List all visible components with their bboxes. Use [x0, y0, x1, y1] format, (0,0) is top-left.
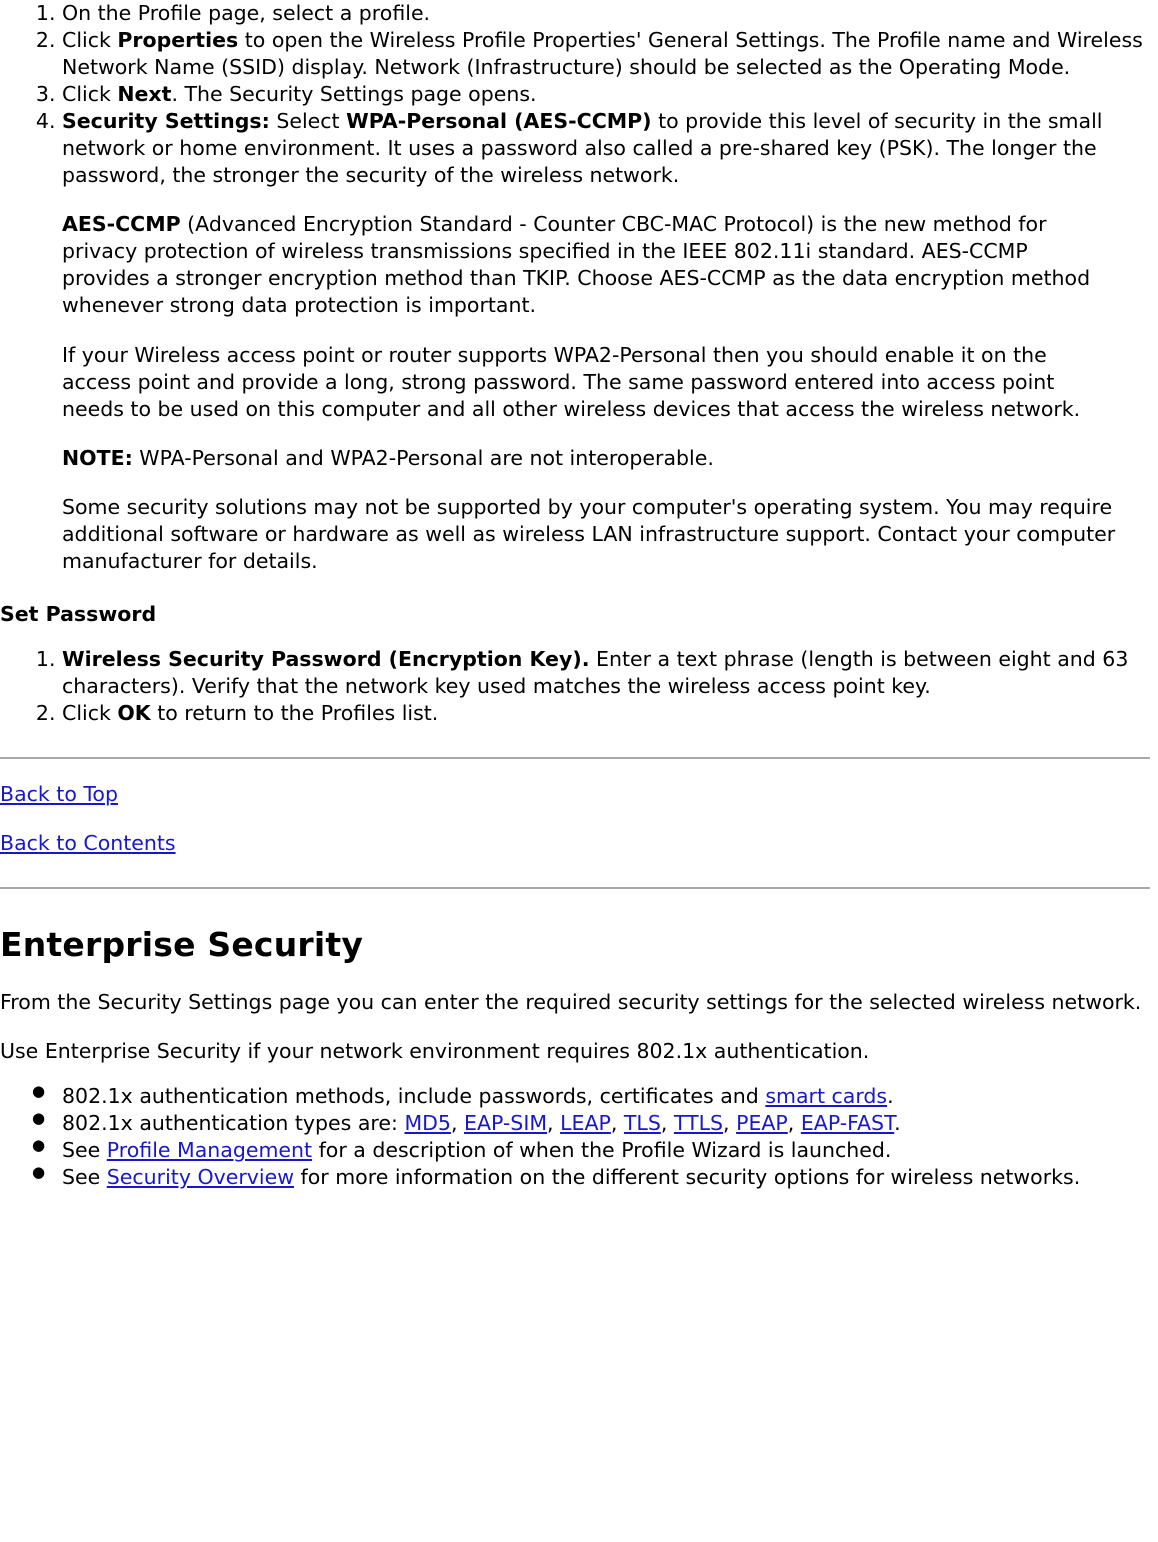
text-run: , [450, 1110, 465, 1135]
bullet-security-overview: See Security Overview for more informati… [32, 1163, 1150, 1191]
emphasis-text: Next [117, 82, 172, 107]
text-run: , [660, 1110, 674, 1135]
text-run: (Advanced Encryption Standard - Counter … [62, 212, 1091, 318]
link-back-to-top[interactable]: Back to Top [0, 782, 118, 806]
page-title: Enterprise Security [0, 925, 364, 965]
list-item-text: Wireless Security Password (Encryption K… [62, 646, 1150, 700]
list-item-text: Click Properties to open the Wireless Pr… [62, 27, 1150, 81]
text-run: . [894, 1110, 901, 1135]
text-run: 802.1x authentication methods, include p… [62, 1083, 766, 1108]
text-run: Some security solutions may not be suppo… [62, 494, 1116, 573]
step-next: Click Next. The Security Settings page o… [62, 81, 1150, 108]
link-back-to-contents[interactable]: Back to Contents [0, 831, 176, 855]
text-run: . The Security Settings page opens. [171, 82, 537, 107]
enterprise-intro-2: Use Enterprise Security if your network … [0, 1038, 870, 1063]
emphasis-text: OK [117, 700, 151, 725]
text-run: , [787, 1110, 801, 1135]
text-run: Click [62, 82, 118, 107]
inline-link[interactable]: EAP-SIM [464, 1111, 547, 1135]
text-run: for a description of when the Profile Wi… [312, 1137, 892, 1162]
inline-link[interactable]: LEAP [560, 1111, 611, 1135]
inline-link[interactable]: TTLS [674, 1111, 723, 1135]
text-run: Select [269, 109, 347, 134]
text-run: , [610, 1110, 624, 1135]
back-to-top-paragraph: Back to Top [0, 781, 1150, 808]
step-wireless-password: Wireless Security Password (Encryption K… [62, 646, 1150, 700]
emphasis-text: Wireless Security Password (Encryption K… [62, 646, 590, 671]
text-run: Click [62, 700, 118, 725]
set-password-heading: Set Password [0, 601, 157, 626]
text-run: for more information on the different se… [293, 1164, 1081, 1189]
inline-link[interactable]: TLS [624, 1111, 661, 1135]
para-security-solutions: Some security solutions may not be suppo… [62, 494, 1120, 575]
text-run: Click [62, 28, 118, 53]
text-run: , [547, 1110, 561, 1135]
text-run: 802.1x authentication types are: [62, 1110, 405, 1135]
text-run: On the Profile page, select a profile. [62, 1, 431, 25]
inline-link[interactable]: EAP-FAST [801, 1111, 894, 1135]
inline-link[interactable]: PEAP [736, 1111, 788, 1135]
inline-link[interactable]: Security Overview [107, 1165, 294, 1189]
emphasis-text: WPA-Personal (AES-CCMP) [346, 109, 652, 134]
text-run: See [62, 1164, 107, 1189]
document-page: On the Profile page, select a profile.Cl… [0, 0, 1158, 1217]
list-item-text: Click Next. The Security Settings page o… [62, 81, 1150, 108]
para-wpa2-router: If your Wireless access point or router … [62, 342, 1120, 423]
profile-steps-list: On the Profile page, select a profile.Cl… [0, 0, 1150, 189]
step-security-settings: Security Settings: Select WPA-Personal (… [62, 108, 1150, 189]
text-run: WPA-Personal and WPA2-Personal are not i… [132, 445, 714, 470]
emphasis-text: AES-CCMP [62, 212, 181, 237]
list-item-text: Security Settings: Select WPA-Personal (… [62, 108, 1150, 189]
list-item-text: Click OK to return to the Profiles list. [62, 700, 1150, 727]
para-aes-ccmp: AES-CCMP (Advanced Encryption Standard -… [62, 211, 1120, 319]
step-ok: Click OK to return to the Profiles list. [62, 700, 1150, 727]
para-note: NOTE: WPA-Personal and WPA2-Personal are… [62, 445, 1120, 472]
text-run: , [723, 1110, 737, 1135]
text-run: . [887, 1083, 894, 1108]
list-item-text: On the Profile page, select a profile. [62, 0, 1150, 27]
emphasis-text: Properties [117, 28, 239, 53]
divider-top [0, 757, 1150, 760]
enterprise-bullet-list: 802.1x authentication methods, include p… [0, 1082, 1150, 1191]
step-properties: Click Properties to open the Wireless Pr… [62, 27, 1150, 81]
text-run: See [62, 1137, 107, 1162]
text-run: If your Wireless access point or router … [62, 342, 1081, 421]
bullet-auth-types: 802.1x authentication types are: MD5, EA… [32, 1109, 1150, 1137]
text-run: to return to the Profiles list. [150, 700, 439, 725]
bullet-profile-management: See Profile Management for a description… [32, 1136, 1150, 1164]
enterprise-intro-1: From the Security Settings page you can … [0, 989, 1142, 1014]
emphasis-text: NOTE: [62, 445, 133, 470]
bullet-auth-methods: 802.1x authentication methods, include p… [32, 1082, 1150, 1110]
inline-link[interactable]: Profile Management [107, 1138, 312, 1162]
divider-bottom [0, 887, 1150, 890]
inline-link[interactable]: smart cards [765, 1084, 887, 1108]
back-to-contents-paragraph: Back to Contents [0, 830, 1150, 857]
aes-ccmp-block: AES-CCMP (Advanced Encryption Standard -… [0, 211, 1150, 575]
set-password-steps-list: Wireless Security Password (Encryption K… [0, 646, 1150, 727]
emphasis-text: Security Settings: [62, 109, 270, 134]
inline-link[interactable]: MD5 [404, 1111, 451, 1135]
step-profile-select: On the Profile page, select a profile. [62, 0, 1150, 27]
